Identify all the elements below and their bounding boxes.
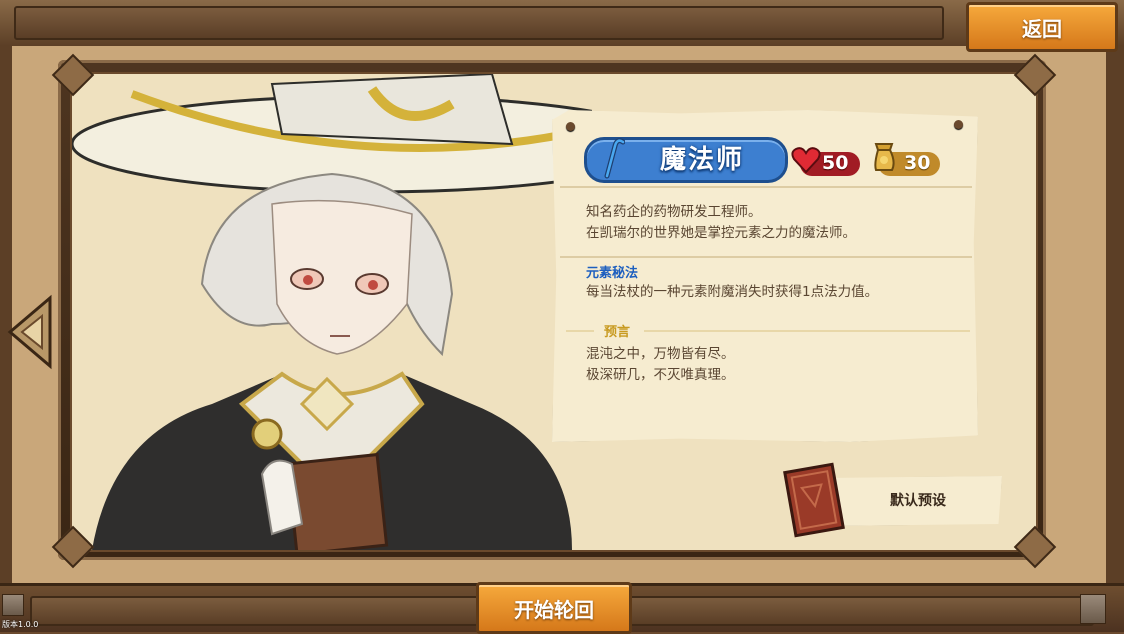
- start-cycle-button[interactable]: 开始轮回: [476, 582, 632, 634]
- bottom-right-arrow[interactable]: [1080, 594, 1106, 624]
- prophecy-line-1: 混沌之中，万物皆有尽。: [586, 346, 735, 362]
- prophecy-title: 预言: [604, 325, 631, 340]
- bottom-left-arrow[interactable]: [2, 594, 24, 616]
- prophecy-rule-right: [644, 330, 970, 332]
- skill-title: 元素秘法: [586, 266, 639, 281]
- left-arrow-icon[interactable]: [6, 294, 52, 370]
- gold-bag-icon: [874, 143, 895, 171]
- skill-description: 每当法杖的一种元素附魔消失时获得1点法力值。: [586, 284, 879, 300]
- pin-right: [954, 120, 963, 129]
- divider-1: [560, 186, 972, 188]
- gold-value: 30: [904, 152, 931, 174]
- description-line-1: 知名药企的药物研发工程师。: [586, 204, 762, 220]
- top-rail: [14, 6, 944, 40]
- right-border: [1106, 46, 1124, 586]
- top-bar: [0, 0, 1124, 49]
- back-button[interactable]: 返回: [966, 2, 1118, 52]
- prophecy-line-2: 极深研几，不灭唯真理。: [586, 367, 735, 383]
- hp-value: 50: [822, 152, 849, 174]
- class-name: 魔法师: [660, 145, 745, 175]
- preset-label[interactable]: 默认预设: [838, 490, 998, 510]
- staff-icon: [604, 138, 625, 179]
- heart-icon: [791, 147, 821, 174]
- description-line-2: 在凯瑞尔的世界她是掌控元素之力的魔法师。: [586, 225, 856, 241]
- divider-2: [560, 256, 972, 258]
- book-icon[interactable]: [782, 462, 846, 538]
- prophecy-rule-left: [566, 330, 594, 332]
- pin-left: [566, 122, 575, 131]
- version-label: 版本1.0.0: [2, 620, 39, 629]
- character-portrait: [72, 74, 592, 550]
